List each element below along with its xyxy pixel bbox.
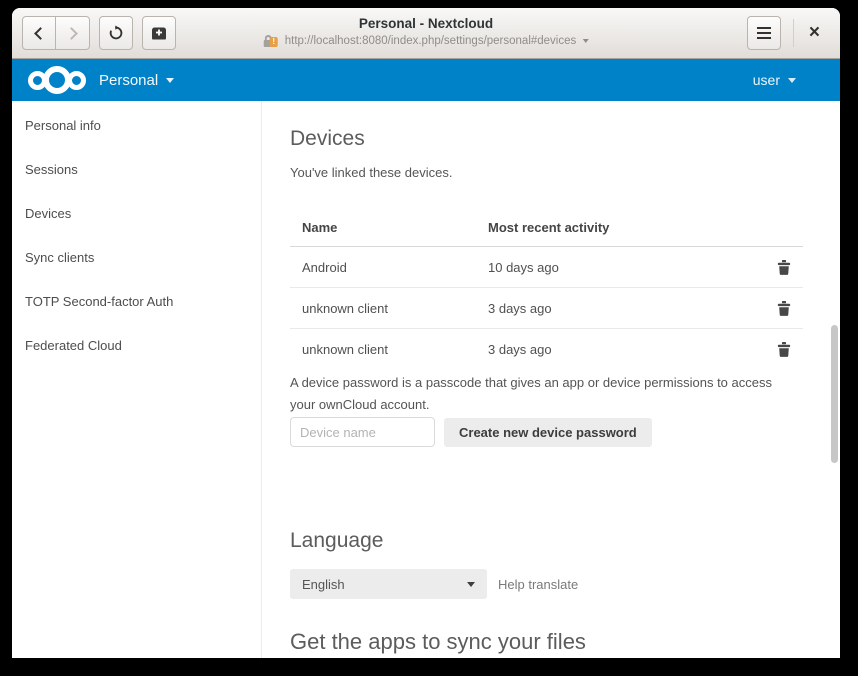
trash-icon (777, 263, 791, 278)
scrollbar-thumb[interactable] (831, 325, 838, 463)
device-name-input[interactable] (290, 417, 435, 447)
create-device-password-button[interactable]: Create new device password (444, 418, 652, 447)
devices-table: Name Most recent activity Android 10 day… (290, 209, 803, 370)
new-tab-button[interactable] (142, 16, 176, 50)
apps-heading: Get the apps to sync your files (290, 629, 586, 655)
delete-device-button[interactable] (777, 260, 791, 275)
browser-window: Personal - Nextcloud ! http://localhost:… (12, 8, 840, 658)
hamburger-icon (757, 27, 771, 39)
reload-button[interactable] (99, 16, 133, 50)
url-dropdown-icon[interactable] (582, 39, 588, 43)
trash-icon (777, 345, 791, 360)
new-tab-icon (151, 27, 167, 40)
device-name: unknown client (290, 342, 488, 357)
nav-button-group (22, 16, 90, 50)
column-header-name: Name (290, 220, 488, 235)
reload-icon (108, 25, 124, 41)
language-select[interactable]: English (290, 569, 487, 599)
sidebar-item-devices[interactable]: Devices (12, 191, 261, 235)
device-name: Android (290, 260, 488, 275)
delete-device-button[interactable] (777, 301, 791, 316)
user-menu[interactable]: user (753, 72, 796, 88)
browser-titlebar: Personal - Nextcloud ! http://localhost:… (12, 8, 840, 59)
chevron-left-icon (34, 27, 47, 40)
language-heading: Language (290, 529, 383, 553)
column-header-activity: Most recent activity (488, 220, 763, 235)
nextcloud-logo[interactable] (28, 66, 86, 94)
titlebar-separator (793, 19, 794, 47)
settings-main: Devices You've linked these devices. Nam… (262, 101, 840, 658)
table-row: unknown client 3 days ago (290, 329, 803, 370)
sidebar-item-personal-info[interactable]: Personal info (12, 103, 261, 147)
menu-button[interactable] (747, 16, 781, 50)
settings-sidebar: Personal info Sessions Devices Sync clie… (12, 101, 262, 658)
sidebar-item-sync-clients[interactable]: Sync clients (12, 235, 261, 279)
insecure-lock-icon: ! (264, 34, 279, 48)
help-translate-link[interactable]: Help translate (498, 577, 578, 592)
language-row: English Help translate (290, 569, 578, 599)
table-row: unknown client 3 days ago (290, 288, 803, 329)
close-button[interactable]: × (805, 23, 824, 43)
url-text: http://localhost:8080/index.php/settings… (285, 35, 577, 47)
devices-subtitle: You've linked these devices. (290, 165, 452, 180)
trash-icon (777, 304, 791, 319)
devices-heading: Devices (290, 127, 365, 151)
back-button[interactable] (22, 16, 56, 50)
chevron-right-icon (65, 27, 78, 40)
settings-page: Personal info Sessions Devices Sync clie… (12, 101, 840, 658)
chevron-down-icon (788, 78, 796, 83)
table-header-row: Name Most recent activity (290, 209, 803, 247)
device-password-form: Create new device password (290, 417, 652, 447)
table-row: Android 10 days ago (290, 247, 803, 288)
sidebar-item-federated-cloud[interactable]: Federated Cloud (12, 323, 261, 367)
sidebar-item-sessions[interactable]: Sessions (12, 147, 261, 191)
device-activity: 3 days ago (488, 342, 763, 357)
address-bar[interactable]: ! http://localhost:8080/index.php/settin… (264, 34, 589, 48)
device-activity: 3 days ago (488, 301, 763, 316)
device-name: unknown client (290, 301, 488, 316)
delete-device-button[interactable] (777, 342, 791, 357)
titlebar-title-block: Personal - Nextcloud ! http://localhost:… (264, 15, 589, 48)
device-activity: 10 days ago (488, 260, 763, 275)
nextcloud-header: Personal user (12, 59, 840, 101)
app-menu[interactable]: Personal (99, 72, 174, 89)
app-menu-label: Personal (99, 72, 158, 89)
forward-button[interactable] (56, 16, 90, 50)
device-password-hint: A device password is a passcode that giv… (290, 372, 795, 416)
chevron-down-icon (467, 582, 475, 587)
window-title: Personal - Nextcloud (264, 15, 589, 32)
user-menu-label: user (753, 72, 780, 88)
logo-circle-middle (43, 66, 71, 94)
chevron-down-icon (166, 78, 174, 83)
sidebar-item-totp[interactable]: TOTP Second-factor Auth (12, 279, 261, 323)
language-select-value: English (302, 577, 345, 592)
